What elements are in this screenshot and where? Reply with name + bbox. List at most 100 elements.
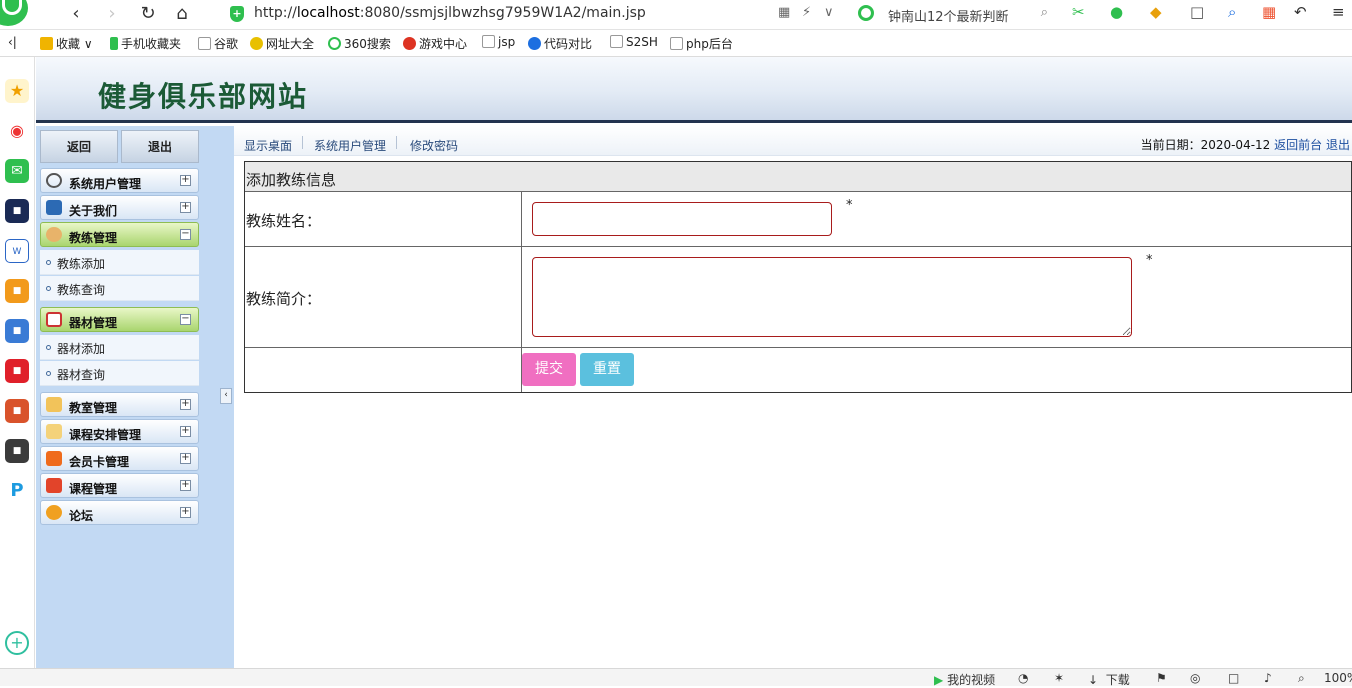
front-page-link[interactable]: 返回前台: [1274, 138, 1322, 152]
bookmark-mobile[interactable]: 手机收藏夹: [110, 35, 181, 52]
name-label: 教练姓名：: [246, 212, 322, 230]
bookmark-jsp[interactable]: jsp: [482, 35, 515, 49]
translate-icon[interactable]: ●: [1110, 3, 1123, 21]
menu-item-coach-query[interactable]: 教练查询: [40, 276, 199, 301]
pin-icon[interactable]: ✶: [1054, 671, 1064, 685]
submit-button[interactable]: 提交: [522, 353, 576, 386]
undo-icon[interactable]: ↶: [1294, 3, 1307, 21]
speed-icon[interactable]: ◔: [1018, 671, 1028, 685]
bookmark-s2sh[interactable]: S2SH: [610, 35, 658, 49]
shield-icon[interactable]: ◆: [1150, 3, 1162, 21]
back-icon[interactable]: ‹: [64, 2, 88, 26]
coach-intro-textarea[interactable]: [532, 257, 1132, 337]
qa-app-icon[interactable]: ■: [5, 199, 29, 223]
menu-system-users[interactable]: 系统用户管理 +: [40, 168, 199, 193]
menu-schedule-management[interactable]: 课程安排管理 +: [40, 419, 199, 444]
game-app-icon[interactable]: ■: [5, 319, 29, 343]
plus-icon[interactable]: +: [5, 631, 29, 655]
forward-icon[interactable]: ›: [100, 2, 124, 26]
crumb-system-users[interactable]: 系统用户管理: [314, 137, 386, 154]
menu-item-equipment-add[interactable]: 器材添加: [40, 335, 199, 360]
bookmark-360[interactable]: 360搜索: [328, 35, 391, 52]
panel-splitter[interactable]: ‹: [220, 126, 234, 668]
bookmark-favorites[interactable]: 收藏 ∨: [40, 35, 93, 52]
qr-code-icon[interactable]: ▦: [778, 5, 790, 20]
apps-grid-icon[interactable]: ▦: [1262, 3, 1276, 21]
exit-button[interactable]: 退出: [121, 130, 199, 163]
menu-course-management[interactable]: 课程管理 +: [40, 473, 199, 498]
chevron-down-icon[interactable]: ∨: [824, 5, 834, 20]
novel-app-icon[interactable]: ■: [5, 279, 29, 303]
bullet-icon: [46, 371, 51, 376]
game-app-3-icon[interactable]: ■: [5, 439, 29, 463]
menu-label: 教练管理: [69, 231, 118, 245]
logout-link[interactable]: 退出: [1326, 138, 1350, 152]
game-app-2-icon[interactable]: ■: [5, 399, 29, 423]
expand-icon[interactable]: +: [180, 202, 191, 213]
menu-coach-management[interactable]: 教练管理 −: [40, 222, 199, 247]
mail-icon[interactable]: ✉: [5, 159, 29, 183]
p-app-icon[interactable]: P: [5, 479, 29, 503]
scissors-icon[interactable]: ✂: [1072, 3, 1085, 21]
doc-icon[interactable]: W: [5, 239, 29, 263]
collapse-left-icon[interactable]: ‹: [220, 388, 232, 404]
bookmark-google[interactable]: 谷歌: [198, 35, 238, 52]
site-title: 健身俱乐部网站: [98, 80, 309, 113]
search-icon[interactable]: ⌕: [1041, 5, 1048, 20]
reload-icon[interactable]: ↻: [136, 2, 160, 26]
menu-about-us[interactable]: 关于我们 +: [40, 195, 199, 220]
bookmark-sites[interactable]: 网址大全: [250, 35, 314, 52]
image-icon[interactable]: □: [1190, 3, 1204, 21]
calendar-icon: [46, 424, 62, 439]
main-content: 显示桌面 系统用户管理 修改密码 当前日期：2020-04-12 返回前台 退出…: [234, 126, 1352, 668]
search-box[interactable]: 钟南山12个最新判断 ⌕: [856, 2, 1052, 26]
menu-label: 课程安排管理: [69, 428, 142, 442]
back-button[interactable]: 返回: [40, 130, 118, 163]
weibo-icon[interactable]: ◉: [5, 119, 29, 143]
expand-icon[interactable]: +: [180, 507, 191, 518]
bullet-icon: [46, 286, 51, 291]
crumb-change-password[interactable]: 修改密码: [410, 137, 458, 154]
browser-icon[interactable]: ◎: [1190, 671, 1200, 685]
volume-icon[interactable]: ♪: [1264, 671, 1272, 685]
address-bar[interactable]: + http://localhost:8080/ssmjsjlbwzhsg795…: [228, 2, 838, 26]
zoom-level[interactable]: 100%: [1324, 671, 1352, 685]
coach-name-input[interactable]: [532, 202, 832, 236]
menu-classroom-management[interactable]: 教室管理 +: [40, 392, 199, 417]
download[interactable]: ↓ 下载: [1088, 671, 1130, 688]
collapse-icon[interactable]: −: [180, 229, 191, 240]
flag-icon[interactable]: ⚑: [1156, 671, 1167, 685]
reset-button[interactable]: 重置: [580, 353, 634, 386]
menu-forum[interactable]: 论坛 +: [40, 500, 199, 525]
home-icon[interactable]: ⌂: [170, 2, 194, 26]
bookmark-games[interactable]: 游戏中心: [403, 35, 467, 52]
expand-icon[interactable]: +: [180, 175, 191, 186]
menu-item-equipment-query[interactable]: 器材查询: [40, 361, 199, 386]
expand-icon[interactable]: +: [180, 480, 191, 491]
window-icon[interactable]: □: [1228, 671, 1239, 685]
expand-icon[interactable]: +: [180, 426, 191, 437]
bookmark-php[interactable]: php后台: [670, 35, 733, 52]
menu-icon[interactable]: ≡: [1332, 3, 1345, 21]
expand-icon[interactable]: +: [180, 453, 191, 464]
search-engine-icon: [858, 5, 874, 21]
sidebar-toggle-icon[interactable]: ‹|: [8, 35, 17, 49]
crumb-desktop[interactable]: 显示桌面: [244, 137, 292, 154]
divider: [302, 136, 303, 149]
find-icon[interactable]: ⌕: [1228, 3, 1236, 21]
collapse-icon[interactable]: −: [180, 314, 191, 325]
menu-label: 关于我们: [69, 204, 118, 218]
gear-icon: [46, 173, 62, 188]
menu-item-coach-add[interactable]: 教练添加: [40, 250, 199, 275]
lightning-icon[interactable]: ⚡: [802, 5, 811, 20]
bullet-icon: [46, 345, 51, 350]
menu-label: 器材管理: [69, 316, 118, 330]
menu-equipment-management[interactable]: 器材管理 −: [40, 307, 199, 332]
menu-membership-card-management[interactable]: 会员卡管理 +: [40, 446, 199, 471]
my-videos[interactable]: ▶ 我的视频: [934, 671, 995, 688]
expand-icon[interactable]: +: [180, 399, 191, 410]
zoom-icon[interactable]: ⌕: [1298, 671, 1305, 686]
bookmark-diff[interactable]: 代码对比: [528, 35, 592, 52]
xiaohongshu-icon[interactable]: ■: [5, 359, 29, 383]
star-icon[interactable]: ★: [5, 79, 29, 103]
